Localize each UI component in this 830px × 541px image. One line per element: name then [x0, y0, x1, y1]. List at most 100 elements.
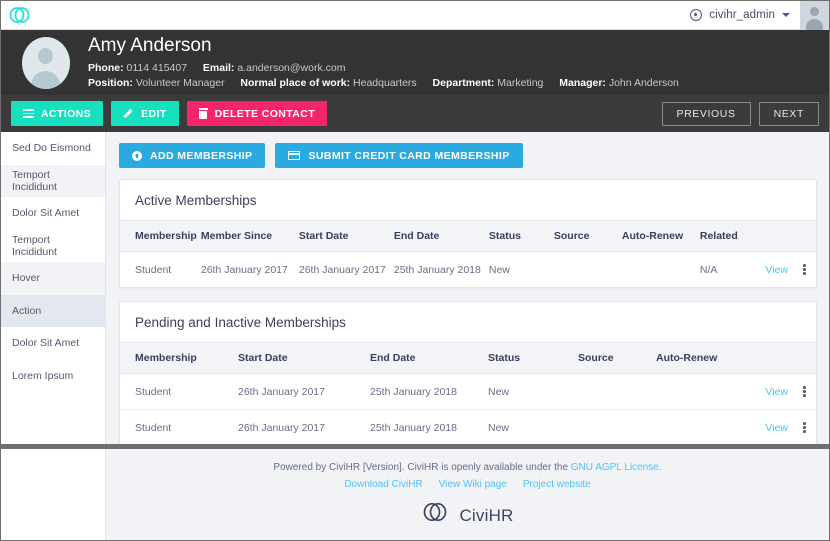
row-menu-icon[interactable]	[803, 421, 806, 434]
view-link[interactable]: View	[765, 422, 788, 434]
sidebar-item-action[interactable]: Action	[1, 294, 105, 327]
clock-icon[interactable]	[690, 9, 703, 21]
submit-credit-card-membership-button[interactable]: SUBMIT CREDIT CARD MEMBERSHIP	[275, 143, 523, 168]
col-end-date: End Date	[393, 220, 489, 252]
sidebar-item-dolor-sit-amet-2[interactable]: Dolor Sit Amet	[1, 327, 105, 360]
add-membership-label: ADD MEMBERSHIP	[150, 149, 253, 162]
cell-status: New	[488, 373, 578, 410]
table-row[interactable]: Student 26th January 2017 26th January 2…	[120, 252, 816, 288]
sidebar-item-label: Action	[12, 304, 42, 317]
cell-end-date: 25th January 2018	[393, 263, 481, 276]
next-button[interactable]: NEXT	[758, 101, 819, 126]
delete-contact-button[interactable]: DELETE CONTACT	[186, 101, 328, 126]
col-start-date: Start Date	[238, 342, 370, 374]
footer-logo: CiviHR	[106, 502, 829, 528]
phone-value: 0114 415407	[126, 61, 188, 74]
position-value: Volunteer Manager	[135, 76, 225, 89]
pending-memberships-head: Membership Start Date End Date Status So…	[120, 342, 816, 374]
sidebar-item-label: Sed Do Eismond	[12, 142, 91, 155]
email-value: a.anderson@work.com	[237, 61, 346, 74]
footer-content: Powered by CiviHR [Version]. CiviHR is o…	[106, 449, 829, 540]
plus-circle-icon	[132, 150, 142, 161]
col-start-date: Start Date	[298, 220, 394, 252]
page-title: Amy Anderson	[88, 34, 212, 56]
pending-memberships-table: Membership Start Date End Date Status So…	[120, 342, 816, 444]
footer-powered-line: Powered by CiviHR [Version]. CiviHR is o…	[106, 459, 829, 476]
project-website-link[interactable]: Project website	[523, 476, 591, 493]
top-navigation-bar: civihr_admin	[1, 0, 829, 30]
cell-membership: Student	[135, 421, 172, 434]
table-row[interactable]: Student 26th January 2017 25th January 2…	[120, 410, 816, 445]
download-civihr-link[interactable]: Download CiviHR	[344, 476, 422, 493]
cell-member-since: 26th January 2017	[200, 263, 288, 276]
previous-button[interactable]: PREVIOUS	[661, 101, 751, 126]
sidebar-item-dolor-sit-amet-1[interactable]: Dolor Sit Amet	[1, 197, 105, 230]
cell-source	[578, 410, 656, 445]
sidebar-item-hover[interactable]: Hover	[1, 262, 105, 295]
topbar-user-area: civihr_admin	[690, 0, 829, 30]
table-row[interactable]: Student 26th January 2017 25th January 2…	[120, 373, 816, 410]
contact-details: Amy Anderson Phone: 0114 415407 Email: a…	[88, 35, 679, 91]
view-link[interactable]: View	[765, 264, 788, 276]
pending-memberships-body: Student 26th January 2017 25th January 2…	[120, 373, 816, 445]
edit-button[interactable]: EDIT	[111, 101, 179, 126]
cell-status: New	[488, 263, 510, 276]
current-user-label[interactable]: civihr_admin	[709, 9, 775, 21]
email-label: Email:	[202, 61, 235, 74]
contact-line-1: Phone: 0114 415407 Email: a.anderson@wor…	[88, 61, 679, 76]
contact-avatar-icon	[22, 36, 70, 89]
cell-end-date: 25th January 2018	[370, 421, 457, 434]
cell-start-date: 26th January 2017	[238, 373, 370, 410]
actions-button[interactable]: ACTIONS	[11, 101, 104, 126]
col-status: Status	[488, 220, 554, 252]
civihr-logo-icon	[421, 502, 451, 528]
col-actions	[757, 220, 794, 252]
submit-credit-card-label: SUBMIT CREDIT CARD MEMBERSHIP	[308, 149, 510, 162]
manager-value: John Anderson	[608, 76, 679, 89]
col-source: Source	[578, 342, 656, 374]
actions-button-label: ACTIONS	[41, 107, 92, 120]
hamburger-icon	[23, 109, 34, 118]
civihr-logo-icon[interactable]	[8, 6, 32, 24]
sidebar-item-temport-incididunt-2[interactable]: Temport Incididunt	[1, 229, 105, 262]
user-avatar-icon[interactable]	[800, 0, 829, 30]
cell-auto-renew	[656, 410, 746, 445]
main-content: ADD MEMBERSHIP SUBMIT CREDIT CARD MEMBER…	[106, 132, 829, 444]
gnu-agpl-license-link[interactable]: GNU AGPL License.	[571, 462, 662, 473]
active-memberships-head: Membership Member Since Start Date End D…	[120, 220, 816, 252]
view-link[interactable]: View	[765, 386, 788, 398]
cell-row-menu	[794, 252, 816, 288]
footer: Powered by CiviHR [Version]. CiviHR is o…	[1, 449, 829, 540]
delete-contact-button-label: DELETE CONTACT	[214, 107, 316, 120]
sidebar-item-sed-do-eismond[interactable]: Sed Do Eismond	[1, 132, 105, 165]
cell-start-date: 26th January 2017	[238, 421, 325, 434]
pencil-icon	[123, 108, 134, 119]
sidebar-item-temport-incididunt-1[interactable]: Temport Incididunt	[1, 164, 105, 197]
active-memberships-title: Active Memberships	[135, 193, 257, 208]
row-menu-icon[interactable]	[803, 263, 806, 276]
col-actions	[746, 342, 794, 374]
footer-sidebar-spacer	[1, 449, 106, 540]
workplace-value: Headquarters	[353, 76, 417, 89]
col-status: Status	[488, 342, 578, 374]
cell-view: View	[758, 252, 794, 288]
phone-label: Phone:	[88, 61, 124, 74]
view-wiki-page-link[interactable]: View Wiki page	[439, 476, 507, 493]
manager-label: Manager:	[559, 76, 606, 89]
contact-action-bar: ACTIONS EDIT DELETE CONTACT PREVIOUS NEX…	[1, 95, 829, 132]
active-memberships-table: Membership Member Since Start Date End D…	[120, 220, 816, 287]
chevron-down-icon[interactable]	[782, 13, 790, 17]
row-menu-icon[interactable]	[803, 385, 806, 398]
cell-source	[554, 252, 622, 288]
sidebar-item-lorem-ipsum[interactable]: Lorem Ipsum	[1, 359, 105, 392]
cell-auto-renew	[656, 373, 746, 410]
table-header-row: Membership Member Since Start Date End D…	[120, 220, 816, 252]
cell-status: New	[488, 421, 510, 434]
cell-row-menu	[794, 410, 816, 445]
credit-card-icon	[288, 151, 301, 160]
add-membership-button[interactable]: ADD MEMBERSHIP	[119, 143, 266, 168]
col-end-date: End Date	[370, 342, 488, 374]
page-body: Sed Do Eismond Temport Incididunt Dolor …	[1, 132, 829, 444]
sidebar-item-label: Dolor Sit Amet	[12, 337, 80, 350]
cell-start-date: 26th January 2017	[298, 263, 386, 276]
